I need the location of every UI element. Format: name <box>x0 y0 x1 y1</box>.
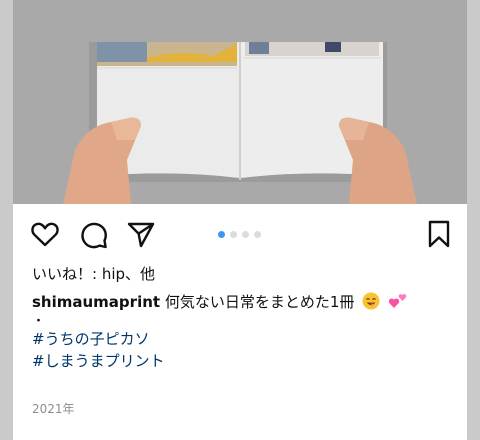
screen-background: いいね！: hip、他 shimaumaprint 何気ない日常をまとめた1冊 <box>0 0 480 440</box>
caption-username[interactable]: shimaumaprint <box>32 293 160 311</box>
post-date: 2021年 <box>32 402 75 416</box>
carousel-dot <box>254 231 261 238</box>
share-icon[interactable] <box>125 218 157 250</box>
carousel-dot <box>242 231 249 238</box>
hashtag-link[interactable]: #しまうまプリント <box>32 350 165 371</box>
post-photo[interactable] <box>13 0 467 204</box>
post-action-bar <box>13 204 467 262</box>
hashtag-link[interactable]: #うちの子ピカソ <box>32 328 150 349</box>
carousel-dot-active <box>218 231 225 238</box>
instagram-post-card: いいね！: hip、他 shimaumaprint 何気ない日常をまとめた1冊 <box>13 0 467 440</box>
carousel-indicator <box>218 231 261 239</box>
heart-icon[interactable] <box>29 218 61 250</box>
caption-bullet: ・ <box>32 314 46 329</box>
photo-book-image <box>13 0 467 204</box>
two-hearts-emoji <box>388 292 408 314</box>
comment-icon[interactable] <box>77 218 109 250</box>
likes-text[interactable]: いいね！: hip、他 <box>32 263 155 284</box>
carousel-dot <box>230 231 237 238</box>
caption-text: 何気ない日常をまとめた1冊 <box>164 293 355 311</box>
smiling-face-emoji <box>362 292 380 314</box>
post-caption: shimaumaprint 何気ない日常をまとめた1冊 <box>32 291 408 314</box>
bookmark-icon[interactable] <box>423 218 455 250</box>
